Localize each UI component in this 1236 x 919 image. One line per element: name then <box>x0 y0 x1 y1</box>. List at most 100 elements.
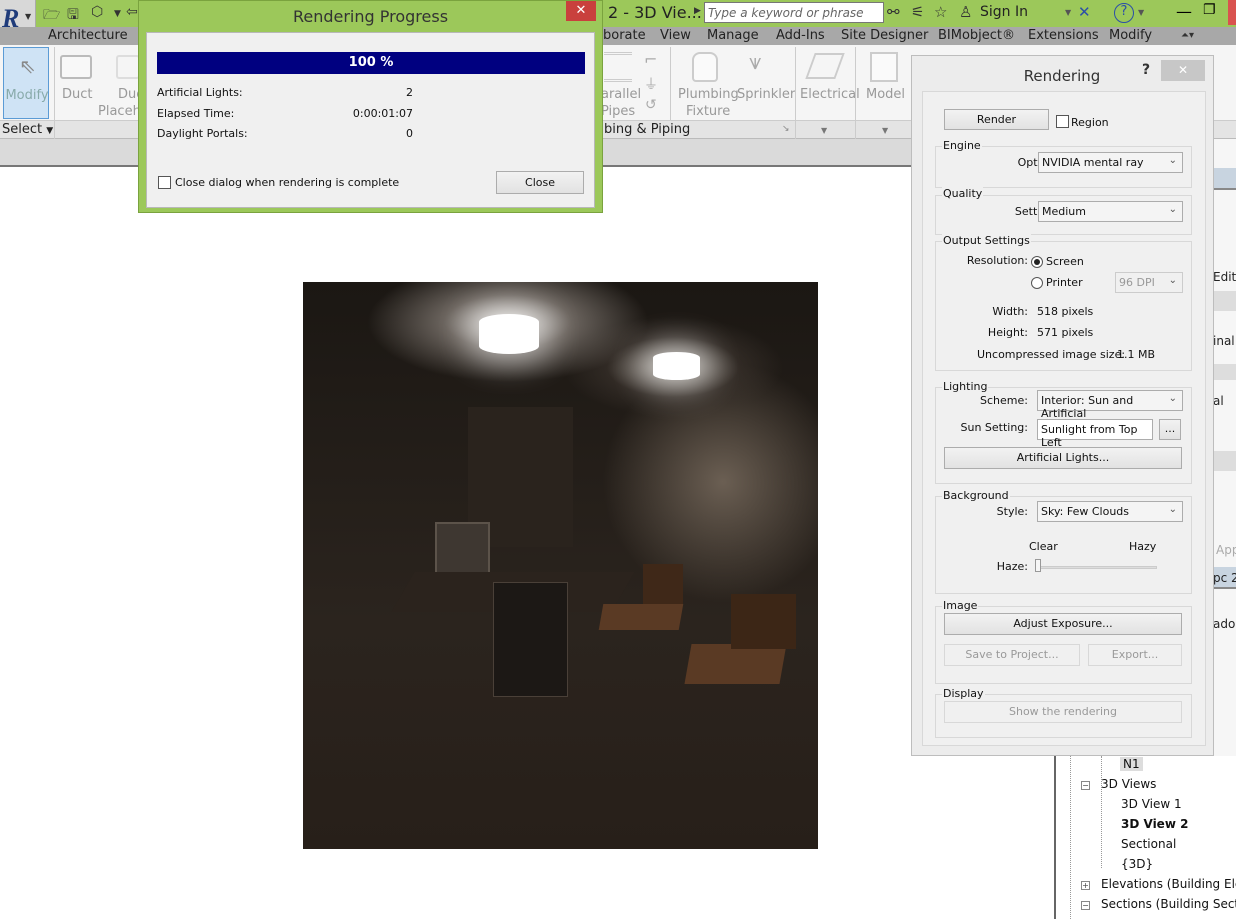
artificial-lights-label: Artificial Lights: <box>157 86 243 99</box>
help-icon[interactable]: ? <box>1114 3 1134 23</box>
tree-item-3d[interactable]: {3D} <box>1121 857 1153 871</box>
engine-select[interactable]: NVIDIA mental ray ⌄ <box>1038 152 1183 173</box>
height-label: Height: <box>987 326 1028 339</box>
close-dialog-button[interactable]: ✕ <box>1161 60 1205 81</box>
ceiling-light-1 <box>479 314 539 354</box>
plumbing-fixture-button[interactable]: Plumbing <box>678 87 739 102</box>
region-checkbox[interactable] <box>1056 115 1069 128</box>
dialog-launcher-icon[interactable]: ↘ <box>782 124 790 134</box>
help-button[interactable]: ? <box>1142 62 1150 78</box>
chevron-down-icon[interactable]: ▼ <box>1065 8 1071 17</box>
apply-button[interactable]: App <box>1216 543 1236 557</box>
dpi-select[interactable]: 96 DPI ⌄ <box>1115 272 1183 293</box>
satellite-icon[interactable]: ⚟ <box>911 3 924 21</box>
pipe-fitting-icon[interactable]: ⌐ <box>644 50 657 69</box>
display-group-label: Display <box>942 687 985 700</box>
edit-type-button[interactable]: Edit <box>1213 270 1236 284</box>
save-to-project-button[interactable]: Save to Project... <box>944 644 1080 666</box>
chevron-down-icon: ⌄ <box>1168 275 1177 286</box>
tree-item-sectional[interactable]: Sectional <box>1121 837 1176 851</box>
save-icon[interactable]: 🖫 <box>67 4 79 28</box>
tree-item-3d-view-1[interactable]: 3D View 1 <box>1121 797 1182 811</box>
flex-pipe-icon[interactable]: ↺ <box>645 97 657 113</box>
dialog-body: Render Region Engine Option: NVIDIA ment… <box>922 91 1206 746</box>
sign-in-button[interactable]: Sign In <box>980 4 1028 20</box>
binoculars-icon[interactable]: ⚯ <box>887 3 900 21</box>
electrical-button[interactable]: Electrical <box>800 87 860 102</box>
project-browser-title: pc 2 <box>1213 571 1236 585</box>
tree-item-elevations[interactable]: Elevations (Building Elev <box>1101 877 1236 891</box>
expand-arrow-icon[interactable]: ▶ <box>694 6 701 16</box>
duct-button[interactable]: Duct <box>62 87 93 102</box>
chevron-down-icon[interactable]: ▼ <box>114 9 121 19</box>
daylight-portals-label: Daylight Portals: <box>157 127 248 140</box>
open-icon[interactable]: 🗁 <box>43 4 60 28</box>
artificial-lights-button[interactable]: Artificial Lights... <box>944 447 1182 469</box>
user-icon[interactable]: ♙ <box>959 3 972 21</box>
screen-radio[interactable] <box>1031 256 1043 268</box>
close-when-complete-checkbox[interactable] <box>158 176 171 189</box>
chair-back-1 <box>643 564 683 604</box>
tab-add-ins[interactable]: Add-Ins <box>776 28 825 43</box>
parallel-pipes-button[interactable]: arallel <box>601 87 641 102</box>
search-input[interactable]: Type a keyword or phrase <box>704 2 884 23</box>
chevron-down-icon: ▼ <box>25 12 32 21</box>
adjust-exposure-button[interactable]: Adjust Exposure... <box>944 613 1182 635</box>
tree-item-n1[interactable]: N1 <box>1120 757 1143 771</box>
minimize-ribbon-icon[interactable]: ⏶▾ <box>1181 30 1194 41</box>
pipe-accessory-icon[interactable]: ⏚ <box>644 74 658 94</box>
expand-icon[interactable]: + <box>1081 881 1090 890</box>
star-icon[interactable]: ☆ <box>934 3 947 21</box>
close-window-button[interactable] <box>1228 0 1236 25</box>
close-button[interactable]: Close <box>496 171 584 194</box>
model-button[interactable]: Model <box>866 87 905 102</box>
tab-manage[interactable]: Manage <box>707 28 759 43</box>
export-button[interactable]: Export... <box>1088 644 1182 666</box>
browser-item[interactable]: ado) <box>1213 617 1236 631</box>
tab-site-designer[interactable]: Site Designer <box>841 28 928 43</box>
minimize-icon[interactable]: — <box>1176 2 1192 21</box>
select-panel-dropdown[interactable]: Select ▼ <box>2 122 53 137</box>
tab-collaborate[interactable]: borate <box>603 28 646 43</box>
collapse-icon[interactable]: − <box>1081 901 1090 910</box>
collapse-icon[interactable]: − <box>1081 781 1090 790</box>
engine-group-label: Engine <box>942 139 982 152</box>
daylight-portals-value: 0 <box>406 127 413 140</box>
scheme-label: Scheme: <box>980 394 1028 407</box>
dialog-title: Rendering Progress <box>292 7 449 26</box>
tree-guide <box>1101 756 1102 868</box>
render-button[interactable]: Render <box>944 109 1049 130</box>
exchange-icon[interactable]: ✕ <box>1078 3 1091 21</box>
quality-select[interactable]: Medium ⌄ <box>1038 201 1183 222</box>
property-value: al <box>1213 394 1224 408</box>
scheme-select[interactable]: Interior: Sun and Artificial ⌄ <box>1037 390 1183 420</box>
restore-icon[interactable]: ❐ <box>1203 2 1216 18</box>
sun-setting-more-button[interactable]: ... <box>1159 419 1181 440</box>
tab-view[interactable]: View <box>660 28 691 43</box>
tab-extensions[interactable]: Extensions <box>1028 28 1099 43</box>
plumbing-piping-panel-label: bing & Piping <box>604 122 691 137</box>
chevron-down-icon[interactable]: ▼ <box>821 126 827 135</box>
screen-label: Screen <box>1046 255 1084 268</box>
plumbing-fixture-label: Fixture <box>686 104 731 119</box>
undo-icon[interactable]: ⇦ <box>126 4 138 20</box>
modify-button[interactable]: ⇖ Modify <box>3 47 49 119</box>
haze-slider-thumb[interactable] <box>1035 559 1041 572</box>
tab-modify[interactable]: Modify <box>1109 28 1152 43</box>
tree-item-sections[interactable]: Sections (Building Sectio <box>1101 897 1236 911</box>
tab-bimobject[interactable]: BIMobject® <box>938 28 1015 43</box>
tree-item-3d-view-2[interactable]: 3D View 2 <box>1121 817 1188 831</box>
image-size-value: 1.1 MB <box>1117 348 1156 361</box>
chevron-down-icon[interactable]: ▼ <box>882 126 888 135</box>
tree-item-3d-views[interactable]: 3D Views <box>1101 777 1156 791</box>
background-style-select[interactable]: Sky: Few Clouds ⌄ <box>1037 501 1183 522</box>
sprinkler-button[interactable]: Sprinkler <box>737 87 795 102</box>
model-box-icon <box>870 52 898 82</box>
sync-icon[interactable]: ⬡ <box>91 4 103 20</box>
tab-architecture[interactable]: Architecture <box>48 28 128 43</box>
chevron-down-icon[interactable]: ▼ <box>1138 8 1144 17</box>
close-dialog-button[interactable]: ✕ <box>566 1 596 21</box>
haze-slider-track[interactable] <box>1037 566 1157 569</box>
printer-radio[interactable] <box>1031 277 1043 289</box>
show-rendering-button[interactable]: Show the rendering <box>944 701 1182 723</box>
